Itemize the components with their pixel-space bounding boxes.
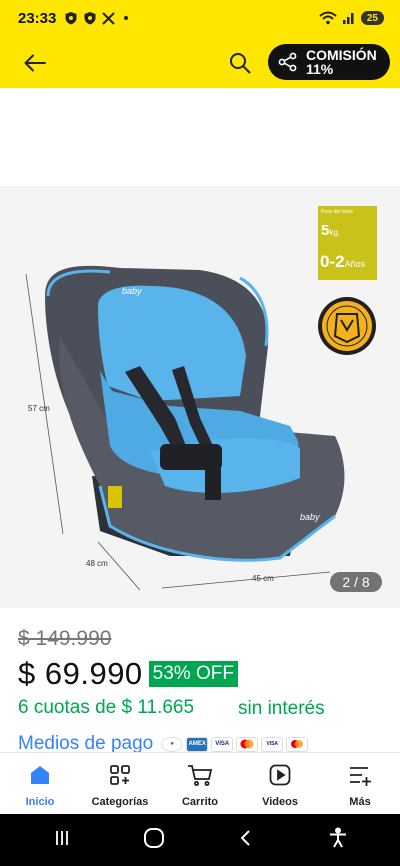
- svg-text:baby: baby: [122, 286, 142, 296]
- visa-icon: VISA: [211, 736, 234, 752]
- grid-plus-icon: [107, 762, 133, 788]
- installments-text: 6 cuotas de $ 11.665: [18, 697, 195, 718]
- badge-caption: Peso del bebé: [321, 209, 353, 215]
- mercadopago-icon: ●: [161, 736, 184, 752]
- nav-item-categorias[interactable]: Categorías: [80, 753, 160, 814]
- nav-item-mas[interactable]: Más: [320, 753, 400, 814]
- status-bar: 23:33 25: [0, 0, 400, 36]
- badge-age: 0-2Años: [320, 252, 366, 271]
- accessibility-icon: [329, 827, 346, 847]
- circle-home-icon: [143, 827, 164, 848]
- mastercard-icon: [236, 736, 259, 752]
- old-price: $ 149.990: [18, 627, 112, 650]
- notification-dot: [124, 16, 129, 20]
- chevron-left-icon: [240, 829, 250, 846]
- back-system-button[interactable]: [236, 828, 256, 853]
- status-time: 23:33: [18, 9, 57, 27]
- nav-label: Inicio: [25, 796, 55, 808]
- interest-free-text: sin interés: [238, 698, 325, 719]
- nav-label: Categorías: [91, 796, 149, 808]
- width-dimension: 45 cm: [252, 574, 274, 583]
- visa-icon: VISA: [261, 736, 284, 752]
- commission-label: COMISIÓN: [306, 47, 377, 63]
- home-icon: [27, 762, 53, 788]
- bottom-navigation: Inicio Categorías Carrito Videos Más: [0, 752, 400, 814]
- wifi-icon: [319, 11, 337, 25]
- search-button[interactable]: [226, 49, 254, 77]
- spacer: [0, 88, 400, 186]
- current-price: $ 69.990: [18, 656, 143, 691]
- x-logo-icon: [102, 11, 116, 25]
- status-system-icons: 25: [319, 11, 384, 25]
- nav-label: Carrito: [181, 796, 219, 808]
- accessibility-button[interactable]: [327, 827, 349, 854]
- nav-item-carrito[interactable]: Carrito: [160, 753, 240, 814]
- commission-text: COMISIÓN 11%: [306, 48, 377, 76]
- nav-item-inicio[interactable]: Inicio: [0, 753, 80, 814]
- menu-plus-icon: [347, 762, 373, 788]
- share-icon: [278, 52, 297, 72]
- price-row: $ 69.990 53% OFF: [18, 656, 238, 692]
- payment-icons: ● AMEX VISA VISA: [161, 736, 309, 752]
- badge-weight: 5kg.: [321, 222, 341, 239]
- cart-icon: [187, 762, 213, 788]
- commission-value: 11%: [306, 61, 334, 77]
- depth-dimension: 48 cm: [86, 559, 108, 568]
- status-notification-icons: [64, 11, 129, 25]
- arrow-left-icon: [24, 54, 46, 72]
- commission-share-button[interactable]: COMISIÓN 11%: [268, 44, 390, 80]
- play-icon: [267, 762, 293, 788]
- nav-label: Más: [349, 796, 371, 808]
- home-system-button[interactable]: [143, 827, 165, 854]
- search-icon: [230, 53, 251, 74]
- certification-seal-icon: [318, 297, 376, 355]
- discount-badge: 53% OFF: [148, 661, 238, 687]
- amex-icon: AMEX: [186, 736, 209, 752]
- svg-text:baby: baby: [300, 512, 320, 522]
- nav-label: Videos: [262, 796, 298, 808]
- system-navigation-bar: [0, 814, 400, 866]
- shield-icon: [65, 12, 77, 25]
- app-header: COMISIÓN 11%: [0, 36, 400, 88]
- product-image-gallery[interactable]: baby baby 57 cm 48 cm 45 cm Peso del beb…: [0, 186, 400, 608]
- back-button[interactable]: [22, 50, 48, 76]
- recent-apps-icon: [55, 830, 68, 845]
- battery-icon: 25: [360, 11, 384, 25]
- nav-item-videos[interactable]: Videos: [240, 753, 320, 814]
- signal-icon: [342, 13, 354, 24]
- height-dimension: 57 cm: [28, 404, 50, 413]
- weight-age-badge: Peso del bebé 5kg. 0-2Años: [318, 206, 377, 280]
- shield-icon: [84, 12, 96, 25]
- recent-apps-button[interactable]: [52, 828, 72, 853]
- mastercard-icon: [286, 736, 309, 752]
- image-counter: 2 / 8: [330, 572, 382, 592]
